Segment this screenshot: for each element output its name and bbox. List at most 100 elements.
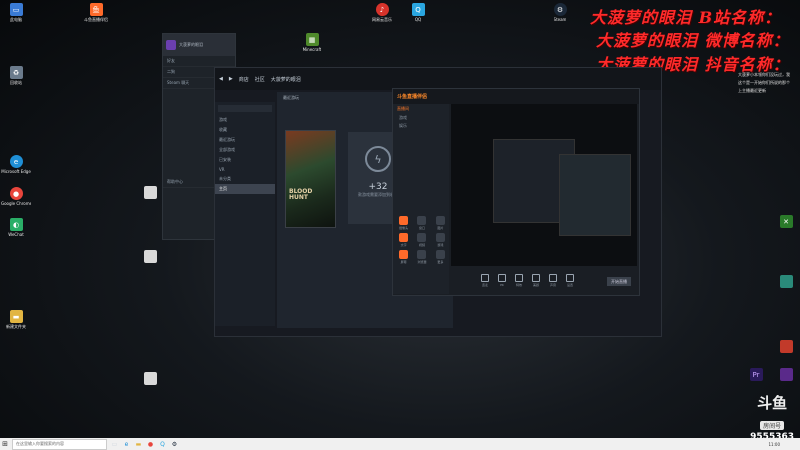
desktop-icon-recycle-bin[interactable]: ♻ 回收站: [2, 66, 30, 85]
folder-icon[interactable]: ▬: [134, 440, 143, 449]
douyu-icon: 鱼: [89, 3, 103, 16]
link-icon: [481, 273, 489, 282]
library-item[interactable]: 主页: [215, 184, 275, 194]
steam-icon[interactable]: ⚙: [170, 440, 179, 449]
desktop-icon-file[interactable]: [136, 186, 164, 199]
tool-item[interactable]: 屏幕: [396, 250, 411, 264]
library-search-input[interactable]: [218, 105, 272, 112]
lightning-icon: ϟ: [365, 146, 391, 172]
library-item[interactable]: 游戏: [215, 115, 275, 125]
douyu-app-window[interactable]: 斗鱼直播伴侣 直播间 游戏 娱乐 摄像头 窗口 图片 文字 视频 游戏 屏幕 浏…: [392, 88, 640, 296]
forward-icon[interactable]: ▶: [229, 76, 233, 82]
desktop-icon-wechat[interactable]: ◐ WeChat: [2, 218, 30, 237]
control-item[interactable]: 连麦: [481, 273, 489, 287]
screen-icon: [399, 250, 409, 259]
image-icon: [435, 216, 445, 225]
nav-community[interactable]: 社区: [255, 76, 265, 83]
desktop-icon-xbox[interactable]: ✕: [772, 215, 800, 228]
control-item[interactable]: 特效: [515, 273, 523, 287]
xbox-icon: ✕: [779, 215, 793, 228]
edge-icon[interactable]: e: [122, 440, 131, 449]
music-icon: ♪: [375, 3, 389, 16]
system-clock[interactable]: 11:00: [768, 442, 800, 447]
game-icon: [435, 233, 445, 242]
control-item[interactable]: 声音: [549, 273, 557, 287]
file-icon: [143, 372, 157, 385]
chrome-icon[interactable]: ●: [146, 440, 155, 449]
chat-title: 大菠萝的眼泪: [179, 42, 203, 47]
avatar: [166, 40, 176, 50]
computer-icon: ▭: [9, 3, 23, 16]
desktop-icon-premiere[interactable]: Pr: [742, 368, 770, 381]
tool-item[interactable]: 文字: [396, 233, 411, 247]
library-item[interactable]: 已安装: [215, 155, 275, 165]
control-item[interactable]: 美颜: [532, 273, 540, 287]
tool-item[interactable]: 窗口: [414, 216, 429, 230]
game-cover[interactable]: BLOOD HUNT: [285, 130, 336, 228]
library-item[interactable]: 未分类: [215, 174, 275, 184]
tool-item[interactable]: 摄像头: [396, 216, 411, 230]
windows-start-icon[interactable]: ⊞: [0, 439, 10, 449]
desktop-icon-file[interactable]: [136, 372, 164, 385]
desktop-icon-music[interactable]: ♪ 网易云音乐: [368, 3, 396, 22]
desktop-icon-app[interactable]: [772, 368, 800, 381]
task-view-icon[interactable]: ▭: [110, 440, 119, 449]
desktop-note-2: 这个是一开始你们所说的那个: [738, 80, 790, 85]
desktop-icon-app[interactable]: [772, 275, 800, 288]
control-item[interactable]: 设置: [566, 273, 574, 287]
desktop-icon-app[interactable]: [772, 340, 800, 353]
chat-row[interactable]: 好友: [163, 56, 235, 67]
chrome-icon: ●: [9, 187, 23, 200]
desktop-icon-folder[interactable]: ▬ 新建文件夹: [2, 310, 30, 329]
library-item[interactable]: 最近游玩: [215, 135, 275, 145]
tool-item[interactable]: 游戏: [433, 233, 448, 247]
tool-item[interactable]: 更多: [433, 250, 448, 264]
control-item[interactable]: PK: [498, 273, 506, 287]
desktop-icon-steam[interactable]: ⚙ Steam: [546, 3, 574, 22]
douyu-watermark: 斗鱼 房间号 9555363: [750, 392, 794, 438]
qq-icon[interactable]: Q: [158, 440, 167, 449]
nav-profile[interactable]: 大菠萝的眼泪: [271, 76, 301, 83]
edge-icon: e: [9, 155, 23, 168]
desktop-icon-edge[interactable]: e Microsoft Edge: [1, 155, 31, 174]
desktop-icon-computer[interactable]: ▭ 此电脑: [2, 3, 30, 22]
preview-nested-window: [559, 154, 631, 236]
desktop-note-3: 上主播最近更新: [738, 88, 766, 93]
steam-nav: ◀ ▶ 商店 社区 大菠萝的眼泪: [215, 68, 661, 90]
video-icon: [417, 233, 427, 242]
effect-icon: [515, 273, 523, 282]
tab-entertain[interactable]: 娱乐: [393, 122, 449, 130]
start-stream-button[interactable]: 开始直播: [607, 277, 631, 286]
library-item[interactable]: VR: [215, 165, 275, 174]
clock-time: 11:00: [768, 441, 780, 447]
overlay-text-bilibili: 大菠萝的眼泪 B站名称：: [590, 8, 782, 27]
taskbar: ⊞ 在这里输入你要搜索的内容 ▭ e ▬ ● Q ⚙ 11:00: [0, 438, 800, 450]
window-icon: [417, 216, 427, 225]
douyu-brand: 斗鱼直播伴侣: [397, 94, 428, 100]
wechat-icon: ◐: [9, 218, 23, 231]
desktop-icon-douyu[interactable]: 鱼 斗鱼直播伴侣: [82, 3, 110, 22]
douyu-titlebar: 斗鱼直播伴侣: [393, 89, 639, 104]
tool-item[interactable]: 视频: [414, 233, 429, 247]
tab-live[interactable]: 直播间: [393, 104, 449, 114]
text-icon: [399, 233, 409, 242]
nav-store[interactable]: 商店: [239, 76, 249, 83]
tab-game[interactable]: 游戏: [393, 114, 449, 122]
file-icon: [143, 250, 157, 263]
desktop-icon-qq[interactable]: Q QQ: [404, 3, 432, 22]
library-item[interactable]: 收藏: [215, 125, 275, 135]
minecraft-icon: ▦: [305, 33, 319, 46]
desktop-background: ▭ 此电脑 ♻ 回收站 e Microsoft Edge ● Google Ch…: [0, 0, 800, 438]
library-item[interactable]: 全部游戏: [215, 145, 275, 155]
desktop-icon-chrome[interactable]: ● Google Chrome: [1, 187, 31, 206]
tool-item[interactable]: 图片: [433, 216, 448, 230]
douyu-left-panel: 直播间 游戏 娱乐 摄像头 窗口 图片 文字 视频 游戏 屏幕 浏览器 更多: [393, 104, 449, 294]
desktop-icon-file[interactable]: [136, 250, 164, 263]
tool-item[interactable]: 浏览器: [414, 250, 429, 264]
desktop-icon-minecraft[interactable]: ▦ Minecraft: [298, 33, 326, 52]
back-icon[interactable]: ◀: [219, 76, 223, 82]
app-icon: [779, 340, 793, 353]
steam-icon: ⚙: [553, 3, 567, 16]
taskbar-search-input[interactable]: 在这里输入你要搜索的内容: [12, 438, 107, 450]
recycle-bin-icon: ♻: [9, 66, 23, 79]
